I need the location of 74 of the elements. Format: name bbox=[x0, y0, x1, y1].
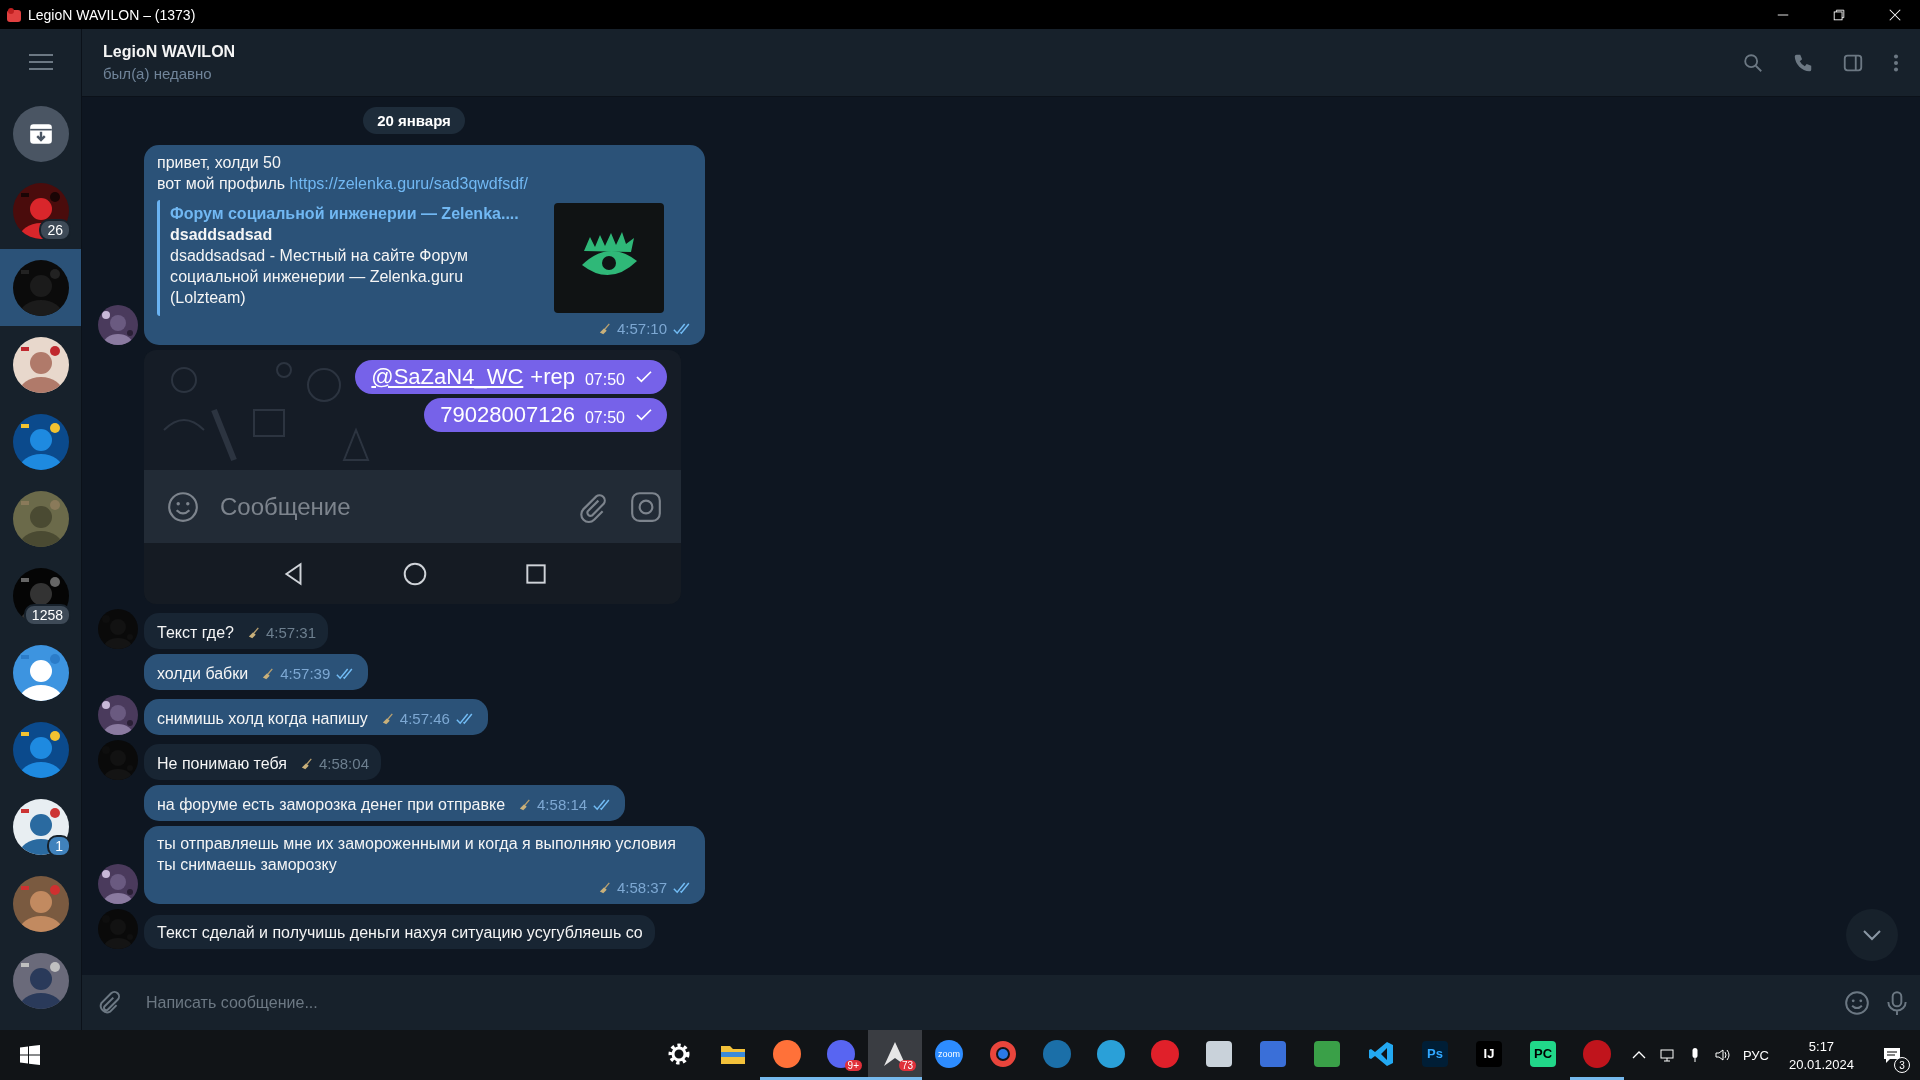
message-time: 4:57:10 bbox=[616, 319, 667, 339]
message-text: Не понимаю тебя bbox=[157, 754, 287, 774]
message-text: @SaZaN4_WC +rep bbox=[371, 364, 575, 390]
message-composer[interactable]: Написать сообщение... bbox=[82, 975, 1920, 1030]
ide-icon: PC bbox=[1530, 1040, 1556, 1067]
message-field-text: Сообщение bbox=[220, 492, 352, 521]
broom-icon bbox=[300, 757, 313, 770]
app-icon bbox=[6, 6, 22, 23]
unread-badge: 1258 bbox=[23, 604, 71, 626]
ide-icon: IJ bbox=[1476, 1040, 1502, 1067]
message-text: Текст где? bbox=[157, 623, 234, 643]
taskbar-app[interactable]: 73 bbox=[868, 1030, 922, 1080]
message-text: снимишь холд когда напишу bbox=[157, 709, 368, 729]
message-time: 4:58:37 bbox=[616, 878, 667, 898]
menu-icon[interactable] bbox=[28, 53, 53, 71]
chat-status: был(а) недавно bbox=[103, 65, 213, 82]
message-input[interactable]: Написать сообщение... bbox=[136, 985, 1830, 1020]
photo-editor-icon: Ps bbox=[1422, 1040, 1448, 1067]
clock[interactable]: 5:17 20.01.2024 bbox=[1780, 1038, 1862, 1072]
emoji-icon[interactable] bbox=[1844, 989, 1870, 1016]
taskbar-app[interactable]: PC bbox=[1516, 1030, 1570, 1080]
window-title: LegioN WAVILON – (1373) bbox=[28, 6, 196, 23]
message-time: 4:58:04 bbox=[318, 754, 369, 774]
profile-link[interactable]: https://zelenka.guru/sad3qwdfsdf/ bbox=[289, 175, 528, 192]
preview-title: Форум социальной инженерии — Zelenka.... bbox=[170, 204, 520, 224]
message-text: 79028007126 bbox=[440, 402, 575, 428]
broom-icon bbox=[519, 798, 532, 811]
language-indicator[interactable]: РУС bbox=[1742, 1047, 1769, 1063]
unread-badge: 1 bbox=[47, 835, 71, 857]
restore-icon[interactable] bbox=[1832, 7, 1846, 22]
smiley-icon bbox=[166, 489, 200, 524]
code-editor-icon bbox=[1367, 1039, 1395, 1068]
chat-item[interactable]: 1 bbox=[0, 788, 81, 865]
broom-icon bbox=[598, 322, 611, 335]
taskbar-app[interactable]: IJ bbox=[1462, 1030, 1516, 1080]
message-text: ты отправляешь мне их замороженными и когда я выполняю условия ты снимаешь заморозку bbox=[157, 834, 677, 875]
notification-count: 3 bbox=[1894, 1057, 1910, 1073]
link-preview[interactable]: Форум социальной инженерии — Zelenka.... dsaddsadsad dsaddsadsad - Местный на сайте Форум социальной инженерии — Zelenka.guru (Lolzteam) bbox=[157, 200, 693, 316]
message-text: вот мой профиль https://zelenka.guru/sad3qwdfsdf/ bbox=[157, 174, 529, 194]
app-badge: 73 bbox=[898, 1060, 916, 1071]
message-time: 4:57:31 bbox=[266, 623, 317, 643]
chat-item[interactable]: 1258 bbox=[0, 557, 81, 634]
app-badge: 9+ bbox=[844, 1060, 862, 1071]
date-label: 20 января bbox=[363, 107, 465, 134]
message-text: Текст сделай и получишь деньги нахуя ситуацию усугубляешь со bbox=[157, 923, 643, 943]
message-time: 07:50 bbox=[584, 370, 625, 389]
clock-time: 5:17 bbox=[1808, 1038, 1835, 1054]
message-time: 4:58:14 bbox=[537, 795, 588, 815]
speaker-icon[interactable] bbox=[1714, 1047, 1731, 1063]
close-icon[interactable] bbox=[1888, 7, 1902, 22]
unread-badge: 26 bbox=[39, 219, 71, 241]
clock-date: 20.01.2024 bbox=[1788, 1056, 1854, 1072]
message-text: холди бабки bbox=[157, 664, 249, 684]
eye-logo-icon bbox=[554, 203, 664, 313]
message-time: 4:57:39 bbox=[280, 664, 331, 684]
broom-icon bbox=[262, 667, 275, 680]
message-time: 4:57:46 bbox=[399, 709, 450, 729]
preview-description: dsaddsadsad - Местный на сайте Форум социальной инженерии — Zelenka.guru (Lolzteam) bbox=[170, 246, 469, 308]
taskbar-app[interactable]: Ps bbox=[1408, 1030, 1462, 1080]
message-text: на форуме есть заморозка денег при отправке bbox=[157, 795, 506, 815]
preview-name: dsaddsadsad bbox=[170, 225, 274, 245]
broom-icon bbox=[381, 712, 394, 725]
search-icon[interactable] bbox=[1742, 51, 1764, 74]
broom-icon bbox=[598, 881, 611, 894]
screenshot-image[interactable]: @SaZaN4_WC +rep 07:50 79028007126 07:50 Сообщение bbox=[144, 350, 681, 604]
message-text: привет, холди 50 bbox=[157, 153, 282, 173]
chat-name[interactable]: LegioN WAVILON bbox=[103, 43, 236, 61]
video-app-icon: zoom bbox=[935, 1039, 963, 1068]
chat-item[interactable]: 26 bbox=[0, 172, 81, 249]
start-icon[interactable] bbox=[20, 1045, 40, 1065]
broom-icon bbox=[248, 626, 260, 639]
home-icon bbox=[402, 560, 428, 587]
camera-icon bbox=[629, 489, 663, 524]
message-time: 07:50 bbox=[584, 408, 625, 427]
